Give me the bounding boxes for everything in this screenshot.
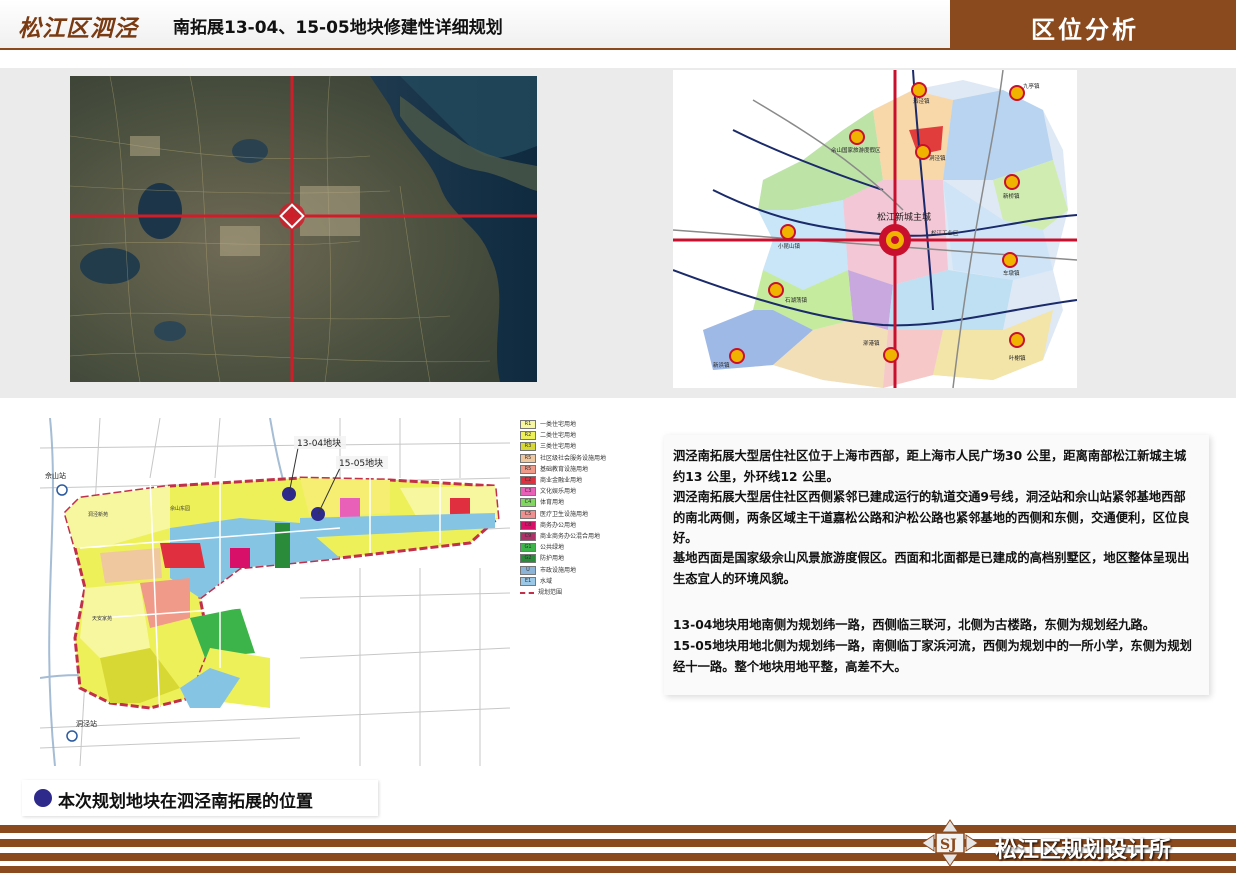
legend-label: 商业商务办公混合用地 xyxy=(540,533,601,540)
legend-item: E1 水域 xyxy=(520,576,553,587)
district-location-map: 松江新城主城 泗泾镇 九亭镇 佘山国家旅游度假区 洞泾镇 新桥镇 小昆山镇 松江… xyxy=(673,70,1077,388)
legend-swatch: C2 xyxy=(520,476,536,485)
paragraph-transport: 泗泾南拓展大型居住社区西侧紧邻已建成运行的轨道交通9号线，洞泾站和佘山站紧邻基地… xyxy=(673,490,1190,545)
legend-swatch xyxy=(520,591,534,594)
header-rule xyxy=(0,48,1236,50)
legend-label: 一类住宅用地 xyxy=(540,421,577,428)
town-label: 小昆山镇 xyxy=(778,242,801,250)
legend-swatch: G2 xyxy=(520,554,536,564)
town-label: 车墩镇 xyxy=(1003,269,1020,277)
landuse-map-image: 13-04地块 15-05地块 佘山站 洞泾站 洞泾新苑 佘山东园 天安家苑 xyxy=(40,418,510,766)
block-label: 佘山东园 xyxy=(170,505,190,512)
satellite-map-image xyxy=(70,76,537,382)
footer-stripe-4 xyxy=(0,866,1236,873)
legend-swatch: C9 xyxy=(520,532,536,541)
satellite-map xyxy=(70,76,537,382)
legend-item: R3 三类住宅用地 xyxy=(520,442,576,452)
legend-swatch: R1 xyxy=(520,420,536,429)
project-title-subject: 南拓展13-04、15-05地块修建性详细规划 xyxy=(173,18,503,38)
legend-label: 基础教育设施用地 xyxy=(540,465,589,473)
legend-item: C9 商业商务办公混合用地 xyxy=(520,532,600,542)
site-location-caption: 本次规划地块在泗泾南拓展的位置 xyxy=(22,780,378,816)
legend-label: 水域 xyxy=(540,577,553,585)
sj-logo: SJ xyxy=(918,818,982,868)
town-label: 叶榭镇 xyxy=(1009,354,1026,362)
center-label: 松江新城主城 xyxy=(877,211,931,223)
legend-label: 三类住宅用地 xyxy=(540,443,577,451)
legend-item: 规划范围 xyxy=(520,588,562,598)
legend-swatch: C3 xyxy=(520,487,536,497)
legend-label: 防护用地 xyxy=(540,555,565,563)
callout-1505-label: 15-05地块 xyxy=(339,457,383,469)
caption-text: 本次规划地块在泗泾南拓展的位置 xyxy=(58,792,313,812)
landuse-legend: R1 一类住宅用地 R2 二类住宅用地 R3 三类住宅用地 R5 社区级社会服务设施用地 R5 基… xyxy=(520,418,650,608)
paragraph-site-1304: 13-04地块用地南侧为规划纬一路，西侧临三联河，北侧为古楼路，东侧为规划经九路… xyxy=(673,618,1156,632)
legend-label: 二类住宅用地 xyxy=(540,432,577,440)
legend-label: 商业金融业用地 xyxy=(540,477,583,484)
legend-item: C3 文化娱乐用地 xyxy=(520,487,576,497)
page-header: 松江区泗泾 南拓展13-04、15-05地块修建性详细规划 区位分析 xyxy=(0,0,1236,50)
section-label: 区位分析 xyxy=(1031,16,1139,44)
description-panel: 泗泾南拓展大型居住社区位于上海市西部，距上海市人民广场30 公里，距离南部松江新… xyxy=(664,435,1209,695)
legend-item: C2 商业金融业用地 xyxy=(520,476,582,486)
legend-swatch: C4 xyxy=(520,498,536,508)
legend-swatch: E1 xyxy=(520,576,536,586)
town-label: 石湖荡镇 xyxy=(785,296,808,304)
town-label: 新桥镇 xyxy=(1003,192,1020,200)
legend-item: U 市政设施用地 xyxy=(520,565,577,576)
legend-label: 医疗卫生设施用地 xyxy=(540,510,589,518)
station-south-label: 洞泾站 xyxy=(76,719,97,728)
town-label: 洞泾镇 xyxy=(929,154,946,162)
legend-label: 规划范围 xyxy=(538,589,563,596)
legend-item: R5 社区级社会服务设施用地 xyxy=(520,453,607,464)
legend-item: C4 体育用地 xyxy=(520,498,564,508)
landuse-plan-map: 13-04地块 15-05地块 佘山站 洞泾站 洞泾新苑 佘山东园 天安家苑 xyxy=(40,418,510,766)
legend-swatch: R3 xyxy=(520,442,536,452)
legend-swatch: C5 xyxy=(520,509,536,519)
legend-label: 社区级社会服务设施用地 xyxy=(540,454,607,462)
legend-label: 公共绿地 xyxy=(540,544,565,552)
block-label: 洞泾新苑 xyxy=(88,511,108,518)
callout-1304-label: 13-04地块 xyxy=(297,437,341,449)
paragraph-location: 泗泾南拓展大型居住社区位于上海市西部，距上海市人民广场30 公里，距离南部松江新… xyxy=(673,449,1187,484)
legend-label: 文化娱乐用地 xyxy=(540,488,577,496)
legend-label: 体育用地 xyxy=(540,499,565,507)
legend-swatch: R2 xyxy=(520,431,536,441)
legend-item: R2 二类住宅用地 xyxy=(520,431,576,441)
legend-item: C5 医疗卫生设施用地 xyxy=(520,509,589,520)
legend-swatch: R5 xyxy=(520,453,536,463)
legend-label: 商务办公用地 xyxy=(540,521,577,529)
district-map-image: 松江新城主城 泗泾镇 九亭镇 佘山国家旅游度假区 洞泾镇 新桥镇 小昆山镇 松江… xyxy=(673,70,1077,388)
town-label: 松江工业区 xyxy=(931,229,959,237)
legend-swatch: U xyxy=(520,565,536,575)
legend-swatch: G1 xyxy=(520,543,536,553)
town-label: 九亭镇 xyxy=(1023,82,1040,90)
legend-label: 市政设施用地 xyxy=(540,566,577,574)
legend-item: G1 公共绿地 xyxy=(520,543,564,553)
sj-logo-icon: SJ xyxy=(921,819,979,867)
logo-text: SJ xyxy=(940,837,957,853)
legend-item: G2 防护用地 xyxy=(520,554,564,564)
project-title-location: 松江区泗泾 xyxy=(18,15,138,42)
site-marker-icon xyxy=(34,789,52,807)
paragraph-site-1505: 15-05地块用地北侧为规划纬一路，南侧临丁家浜河流，西侧为规划中的一所小学，东… xyxy=(673,639,1192,674)
legend-item: R5 基础教育设施用地 xyxy=(520,464,589,475)
town-label: 新浜镇 xyxy=(713,361,730,369)
legend-swatch: R5 xyxy=(520,464,536,474)
town-label: 泗泾镇 xyxy=(913,97,930,105)
legend-swatch: C8 xyxy=(520,520,536,530)
section-tab: 区位分析 xyxy=(950,0,1236,48)
town-label: 佘山国家旅游度假区 xyxy=(831,146,881,154)
block-label: 天安家苑 xyxy=(92,615,112,622)
legend-item: R1 一类住宅用地 xyxy=(520,420,576,430)
station-north-label: 佘山站 xyxy=(45,471,66,480)
legend-item: C8 商务办公用地 xyxy=(520,520,577,531)
paragraph-environment: 基地西面是国家级佘山风景旅游度假区。西面和北面都是已建成的高档别墅区，地区整体呈… xyxy=(673,551,1190,586)
town-label: 泖港镇 xyxy=(863,339,880,347)
organization-name: 松江区规划设计所 xyxy=(995,838,1172,863)
